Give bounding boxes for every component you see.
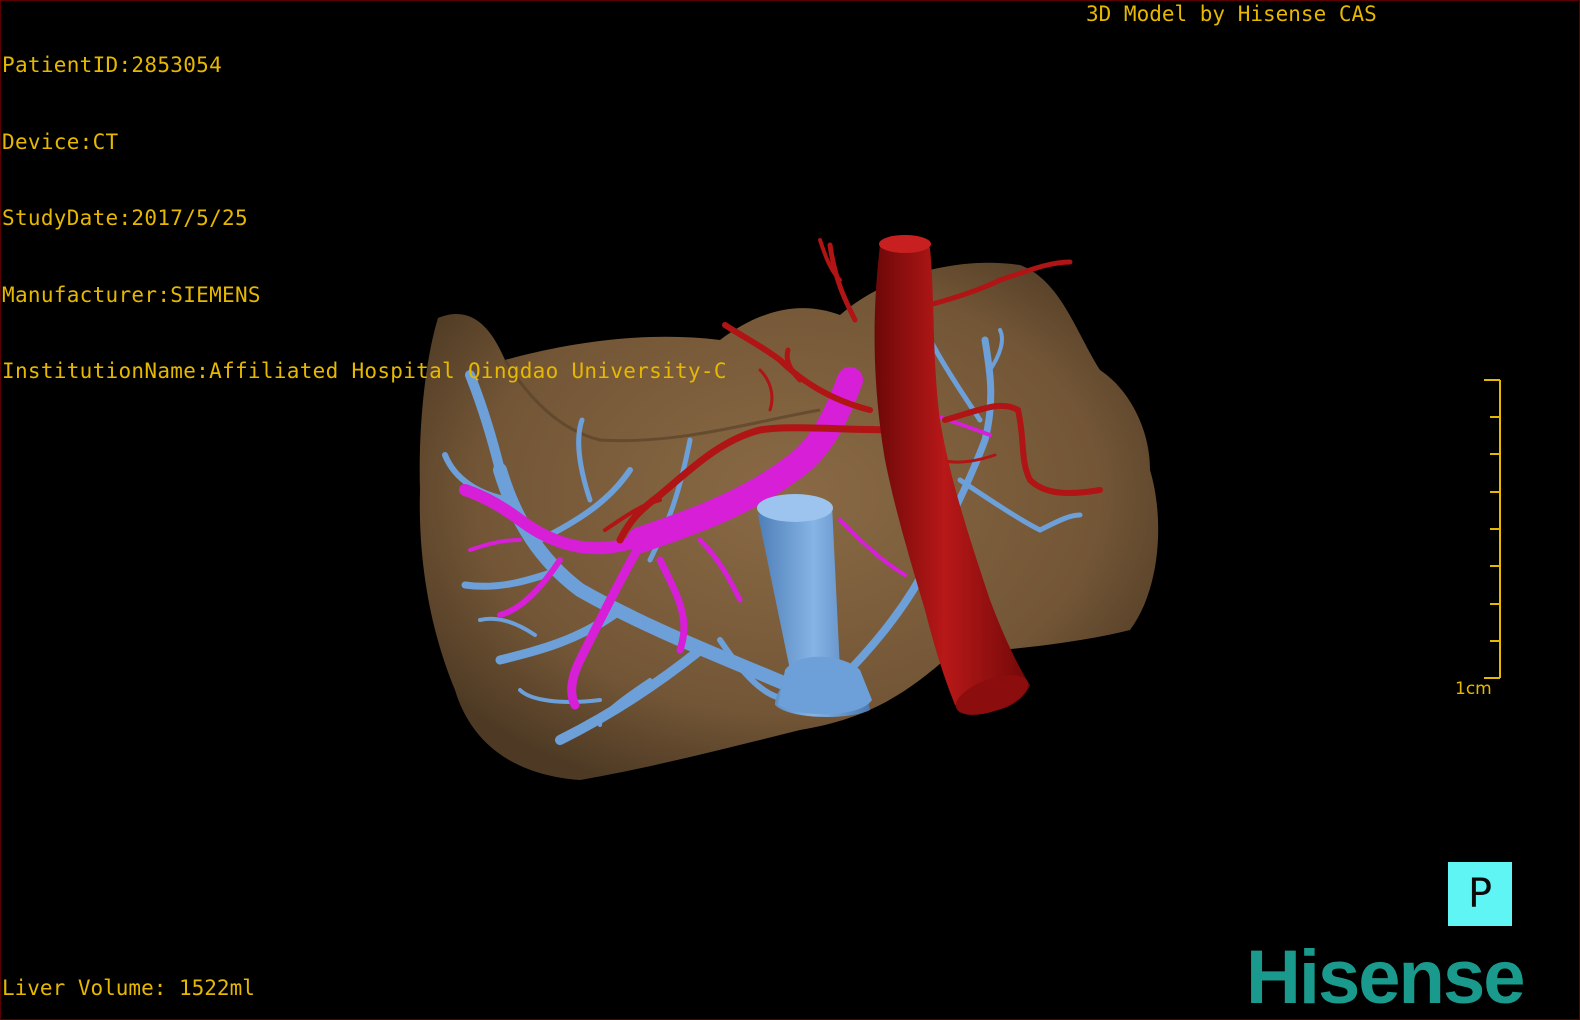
device-text: Device:CT <box>2 129 119 154</box>
dicom-info-overlay: PatientID:2853054 Device:CT StudyDate:20… <box>2 2 727 410</box>
scale-bar-label: 1cm <box>1455 679 1492 699</box>
scale-bar <box>1484 379 1501 679</box>
patient-id-text: PatientID:2853054 <box>2 53 223 77</box>
posterior-view-button[interactable]: P <box>1448 862 1512 926</box>
hisense-logo: Hisense <box>1246 935 1525 1020</box>
institution-text: InstitutionName:Affiliated Hospital Qing… <box>2 359 727 383</box>
liver-volume-text: Liver Volume: 1522ml <box>2 976 255 1000</box>
study-date-text: StudyDate:2017/5/25 <box>2 206 248 230</box>
model-credit-text: 3D Model by Hisense CAS <box>1086 2 1377 26</box>
manufacturer-text: Manufacturer:SIEMENS <box>2 282 261 307</box>
